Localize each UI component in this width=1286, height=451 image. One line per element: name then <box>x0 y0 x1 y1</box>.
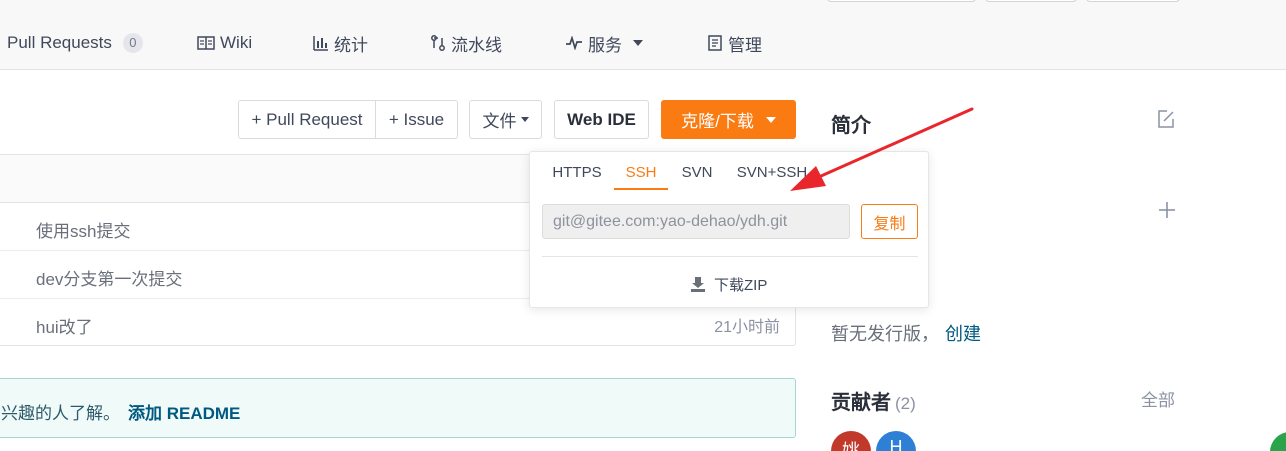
tab-stats-label: 统计 <box>334 35 368 55</box>
tab-pull-requests-label: Pull Requests <box>7 33 112 52</box>
chevron-down-icon <box>520 117 529 122</box>
download-zip-label: 下载ZIP <box>714 277 768 294</box>
tab-manage[interactable]: 管理 <box>707 30 762 56</box>
top-action-button[interactable] <box>985 0 1077 2</box>
clone-dropdown-panel: HTTPS SSH SVN SVN+SSH 复制 下载ZIP <box>529 151 929 308</box>
clone-download-label: 克隆/下载 <box>681 112 754 131</box>
plus-icon[interactable] <box>1158 201 1176 219</box>
all-contributors-link[interactable]: 全部 <box>1141 386 1175 411</box>
clipboard-icon <box>708 35 722 51</box>
avatar[interactable]: 姚 <box>831 431 871 451</box>
copy-url-button[interactable]: 复制 <box>861 204 918 239</box>
download-zip-link[interactable]: 下载ZIP <box>690 274 767 295</box>
web-ide-button[interactable]: Web IDE <box>554 100 649 139</box>
clone-download-button[interactable]: 克隆/下载 <box>661 100 796 139</box>
readme-notice: 兴趣的人了解。 添加 README <box>0 378 796 438</box>
avatar[interactable]: H <box>876 431 916 451</box>
readme-notice-message: 兴趣的人了解。 <box>1 404 120 423</box>
add-readme-link[interactable]: 添加 README <box>128 404 240 423</box>
commit-message[interactable]: 使用ssh提交 <box>36 217 130 242</box>
clone-url-input[interactable] <box>542 204 850 239</box>
no-release-text: 暂无发行版， <box>831 324 939 344</box>
tab-services-label: 服务 <box>588 35 622 55</box>
repo-nav-bar: Pull Requests 0 Wiki 统计 流水线 服务 管理 <box>0 0 1286 70</box>
release-info: 暂无发行版， 创建 <box>831 320 981 346</box>
contributors-title-label: 贡献者 <box>831 392 891 414</box>
file-dropdown-button[interactable]: 文件 <box>469 100 542 139</box>
book-icon <box>197 36 215 50</box>
repo-page: Pull Requests 0 Wiki 统计 流水线 服务 管理 + Pull… <box>0 0 1286 451</box>
active-tab-indicator <box>614 188 668 190</box>
file-dropdown-label: 文件 <box>482 112 517 131</box>
tab-stats[interactable]: 统计 <box>313 30 368 56</box>
tab-https[interactable]: HTTPS <box>546 164 608 190</box>
readme-notice-text: 兴趣的人了解。 添加 README <box>1 399 240 424</box>
top-action-button[interactable] <box>827 0 976 2</box>
new-pull-request-button[interactable]: + Pull Request <box>238 100 376 139</box>
tab-svn-ssh[interactable]: SVN+SSH <box>730 164 814 190</box>
edit-icon[interactable] <box>1156 109 1176 129</box>
commit-time: 21小时前 <box>714 319 780 336</box>
contributors-title: 贡献者 (2) <box>831 386 916 415</box>
chevron-down-icon <box>765 116 776 123</box>
create-release-link[interactable]: 创建 <box>945 324 981 344</box>
commit-message[interactable]: hui改了 <box>36 313 93 338</box>
chevron-down-icon <box>633 40 643 46</box>
new-issue-button[interactable]: + Issue <box>376 100 458 139</box>
pull-requests-count-badge: 0 <box>122 33 143 53</box>
tab-pull-requests[interactable]: Pull Requests 0 <box>0 30 143 56</box>
pulse-icon <box>566 36 582 50</box>
top-action-button[interactable] <box>1086 0 1180 2</box>
panel-divider <box>542 256 918 257</box>
tab-svn[interactable]: SVN <box>674 164 720 190</box>
tab-services[interactable]: 服务 <box>565 30 643 56</box>
contributors-count: (2) <box>895 394 916 413</box>
tab-pipeline-label: 流水线 <box>451 35 502 55</box>
pipeline-icon <box>431 35 445 51</box>
tab-ssh[interactable]: SSH <box>614 164 668 190</box>
tab-wiki[interactable]: Wiki <box>197 30 252 56</box>
bar-chart-icon <box>313 36 328 51</box>
download-icon <box>691 277 705 292</box>
tab-manage-label: 管理 <box>728 35 762 55</box>
tab-pipeline[interactable]: 流水线 <box>430 30 502 56</box>
intro-title: 简介 <box>831 115 871 137</box>
pull-request-icon <box>0 34 2 52</box>
commit-message[interactable]: dev分支第一次提交 <box>36 265 182 290</box>
tab-wiki-label: Wiki <box>220 33 253 52</box>
floating-help-button[interactable] <box>1270 432 1286 451</box>
